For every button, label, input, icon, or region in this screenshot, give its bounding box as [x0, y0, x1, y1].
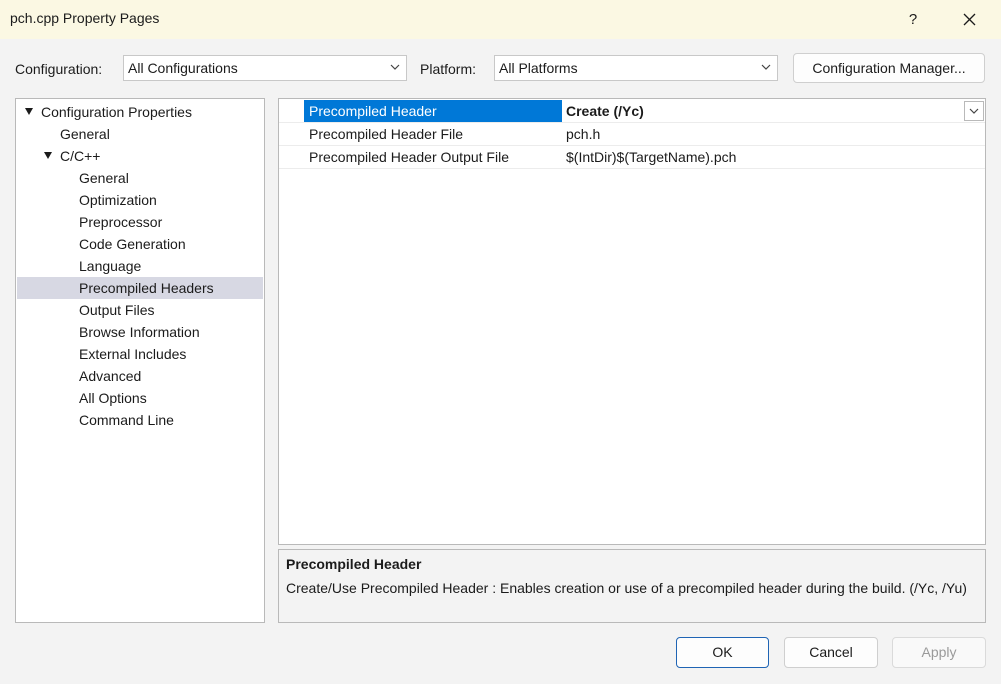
tree-item-external-includes[interactable]: External Includes	[17, 343, 263, 365]
property-row-precompiled-header-file[interactable]: Precompiled Header File pch.h	[279, 123, 985, 146]
tree-item-configuration-properties[interactable]: Configuration Properties	[17, 101, 263, 123]
configuration-manager-button[interactable]: Configuration Manager...	[793, 53, 985, 83]
tree-item-label: Output Files	[79, 302, 155, 318]
tree-item-label: All Options	[79, 390, 147, 406]
property-name: Precompiled Header	[304, 100, 562, 122]
chevron-down-icon	[969, 108, 979, 114]
platform-value: All Platforms	[499, 60, 578, 76]
tree-item-code-generation[interactable]: Code Generation	[17, 233, 263, 255]
tree-item-browse-information[interactable]: Browse Information	[17, 321, 263, 343]
tree-item-all-options[interactable]: All Options	[17, 387, 263, 409]
property-name: Precompiled Header Output File	[309, 149, 509, 165]
tree-item-label: Preprocessor	[79, 214, 163, 230]
tree-item-label: Advanced	[79, 368, 142, 384]
tree-item-label: General	[60, 126, 110, 142]
platform-dropdown[interactable]: All Platforms	[494, 55, 778, 81]
tree-item-label: Configuration Properties	[41, 104, 192, 120]
tree-item-cpp[interactable]: C/C++	[17, 145, 263, 167]
tree-item-language[interactable]: Language	[17, 255, 263, 277]
configuration-value: All Configurations	[128, 60, 238, 76]
description-panel: Precompiled Header Create/Use Precompile…	[278, 549, 986, 623]
platform-label: Platform:	[420, 61, 477, 77]
tree-item-optimization[interactable]: Optimization	[17, 189, 263, 211]
property-value[interactable]: $(IntDir)$(TargetName).pch	[566, 146, 736, 168]
property-value[interactable]: Create (/Yc)	[566, 100, 644, 122]
window-title: pch.cpp Property Pages	[10, 10, 160, 26]
property-grid: Precompiled Header Create (/Yc) Precompi…	[278, 98, 986, 545]
row-gutter	[279, 100, 304, 122]
property-row-precompiled-header[interactable]: Precompiled Header Create (/Yc)	[279, 100, 985, 123]
row-gutter	[279, 146, 304, 168]
description-text: Create/Use Precompiled Header : Enables …	[286, 580, 967, 596]
configuration-label: Configuration:	[15, 61, 103, 77]
cancel-button[interactable]: Cancel	[784, 637, 878, 668]
configuration-dropdown[interactable]: All Configurations	[123, 55, 407, 81]
close-button[interactable]	[950, 0, 990, 39]
row-gutter	[279, 123, 304, 145]
ok-button[interactable]: OK	[676, 637, 769, 668]
tree-item-advanced[interactable]: Advanced	[17, 365, 263, 387]
chevron-down-icon	[761, 64, 771, 70]
property-name: Precompiled Header File	[309, 126, 464, 142]
tree-item-label: C/C++	[60, 148, 101, 164]
title-bar: pch.cpp Property Pages ?	[0, 0, 1001, 39]
apply-button[interactable]: Apply	[892, 637, 986, 668]
collapse-triangle-icon[interactable]	[25, 108, 33, 115]
tree-item-label: External Includes	[79, 346, 187, 362]
property-tree[interactable]: Configuration Properties General C/C++ G…	[15, 98, 265, 623]
tree-item-general[interactable]: General	[17, 123, 263, 145]
property-dropdown-button[interactable]	[964, 101, 984, 121]
tree-item-label: General	[79, 170, 129, 186]
property-value[interactable]: pch.h	[566, 123, 600, 145]
description-title: Precompiled Header	[286, 556, 422, 572]
collapse-triangle-icon[interactable]	[44, 152, 52, 159]
property-row-precompiled-header-output-file[interactable]: Precompiled Header Output File $(IntDir)…	[279, 146, 985, 169]
tree-item-label: Optimization	[79, 192, 157, 208]
tree-item-preprocessor[interactable]: Preprocessor	[17, 211, 263, 233]
close-icon	[963, 13, 976, 26]
tree-item-output-files[interactable]: Output Files	[17, 299, 263, 321]
tree-item-precompiled-headers[interactable]: Precompiled Headers	[17, 277, 263, 299]
help-button[interactable]: ?	[895, 0, 931, 39]
tree-item-label: Browse Information	[79, 324, 200, 340]
tree-item-cpp-general[interactable]: General	[17, 167, 263, 189]
tree-item-label: Code Generation	[79, 236, 186, 252]
tree-item-command-line[interactable]: Command Line	[17, 409, 263, 431]
tree-item-label: Precompiled Headers	[79, 280, 214, 296]
tree-item-label: Language	[79, 258, 142, 274]
chevron-down-icon	[390, 64, 400, 70]
tree-item-label: Command Line	[79, 412, 174, 428]
